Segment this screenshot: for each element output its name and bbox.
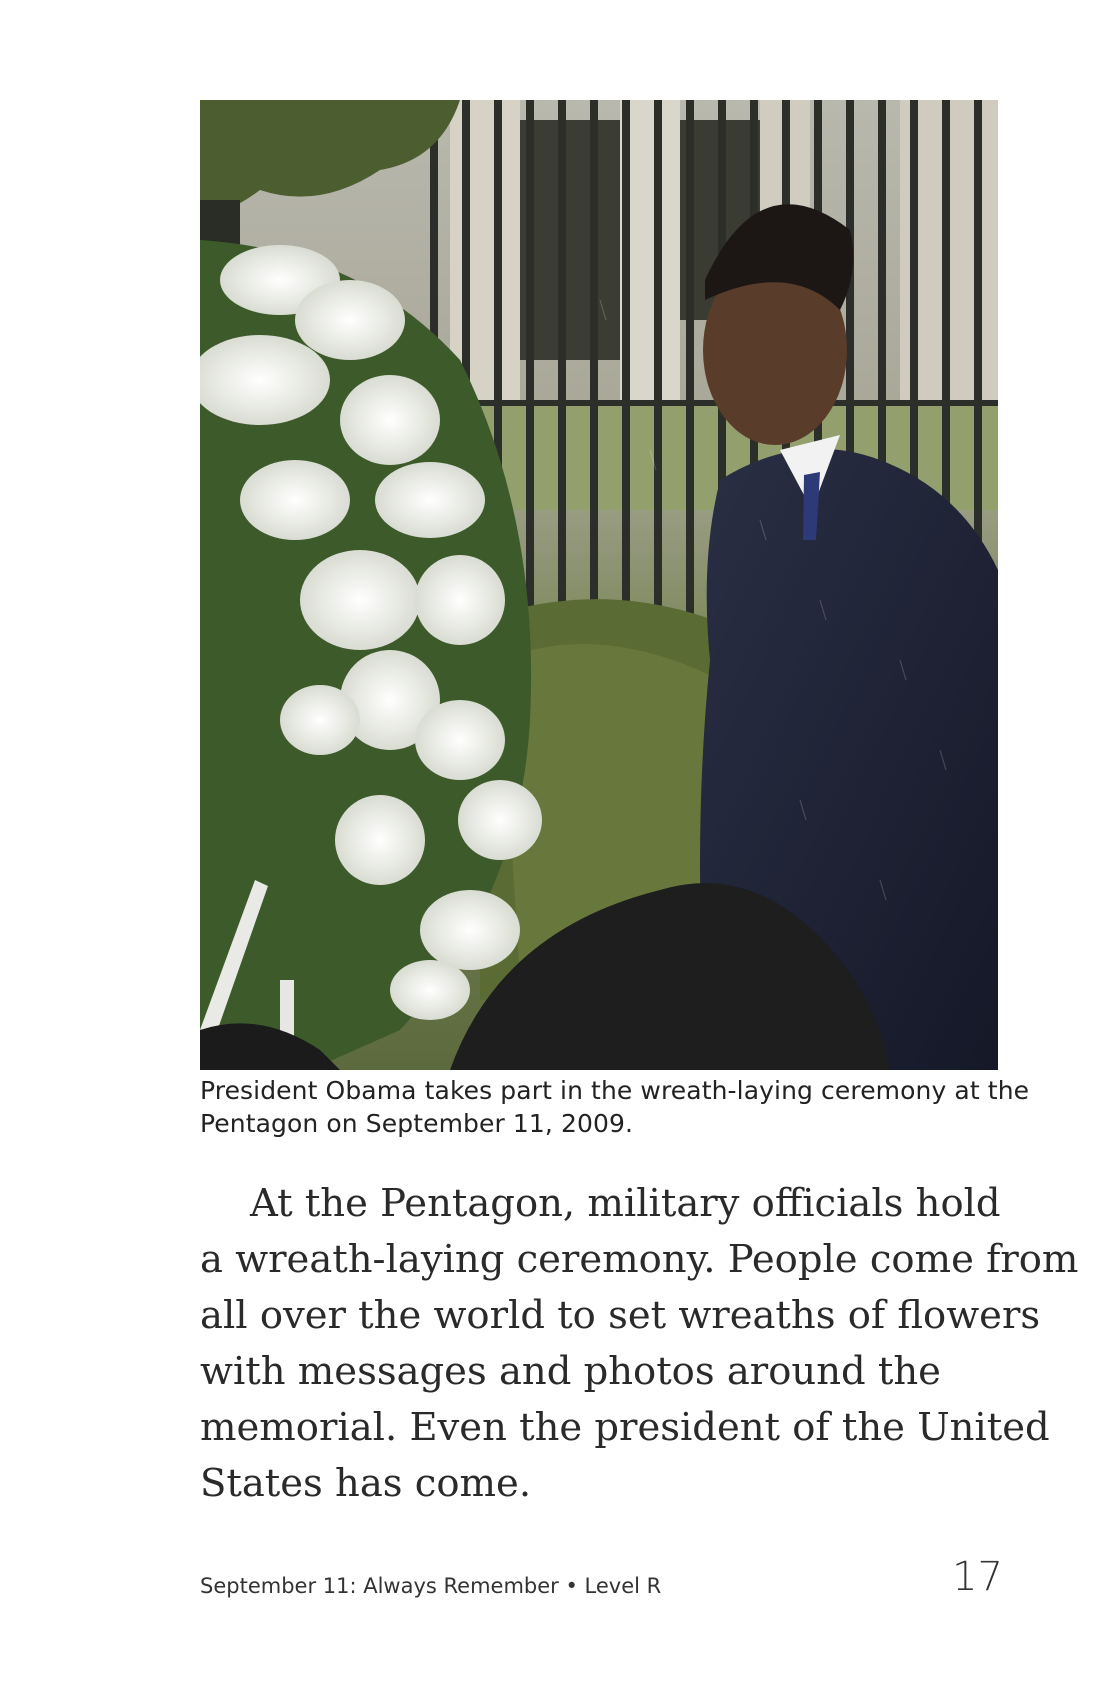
body-line: with messages and photos around the [200, 1349, 941, 1394]
caption-line: Pentagon on September 11, 2009. [200, 1109, 634, 1138]
body-line: At the Pentagon, military officials hold [250, 1181, 1001, 1226]
caption-line: President Obama takes part in the wreath… [200, 1076, 1030, 1105]
body-line: States has come. [200, 1461, 532, 1506]
page-number: 17 [952, 1554, 1003, 1600]
body-line: all over the world to set wreaths of flo… [200, 1293, 1041, 1338]
photo-caption: President Obama takes part in the wreath… [200, 1074, 1030, 1140]
wreath-ceremony-photo [200, 100, 998, 1070]
body-line: memorial. Even the president of the Unit… [200, 1405, 1050, 1450]
book-page: President Obama takes part in the wreath… [0, 0, 1100, 1700]
body-paragraph: At the Pentagon, military officials hold… [200, 1176, 1079, 1512]
body-line: a wreath-laying ceremony. People come fr… [200, 1237, 1079, 1282]
book-title-footer: September 11: Always Remember • Level R [200, 1574, 662, 1598]
